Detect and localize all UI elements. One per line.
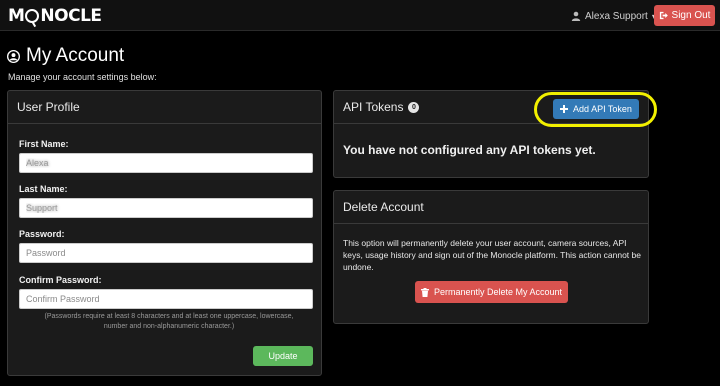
delete-account-description: This option will permanently delete your… xyxy=(343,238,641,272)
no-tokens-message: You have not configured any API tokens y… xyxy=(343,143,596,157)
confirm-password-label: Confirm Password: xyxy=(19,275,102,285)
first-name-label: First Name: xyxy=(19,139,69,149)
password-label: Password: xyxy=(19,229,65,239)
page-subtitle: Manage your account settings below: xyxy=(8,72,157,82)
api-tokens-title: API Tokens xyxy=(343,100,404,114)
delete-account-heading: Delete Account xyxy=(334,191,648,224)
permanently-delete-account-button[interactable]: Permanently Delete My Account xyxy=(415,281,568,303)
trash-icon xyxy=(420,287,429,297)
user-name: Alexa Support xyxy=(585,10,648,22)
monocle-lens-icon xyxy=(25,9,40,23)
api-tokens-panel: API Tokens 0 Add API Token You have not … xyxy=(333,90,649,178)
sign-out-label: Sign Out xyxy=(671,10,711,21)
user-menu-dropdown[interactable]: Alexa Support ▾ xyxy=(571,9,656,23)
page-title-text: My Account xyxy=(26,45,125,66)
user-profile-panel: User Profile First Name: Last Name: Pass… xyxy=(7,90,322,376)
delete-account-label: Permanently Delete My Account xyxy=(433,287,563,297)
user-profile-heading: User Profile xyxy=(8,91,321,124)
add-api-token-button[interactable]: Add API Token xyxy=(553,99,639,119)
last-name-label: Last Name: xyxy=(19,184,68,194)
account-circle-icon xyxy=(7,49,20,63)
confirm-password-field[interactable] xyxy=(19,289,313,309)
sign-out-icon xyxy=(659,11,668,20)
page-title: My Account xyxy=(7,45,124,67)
first-name-field[interactable] xyxy=(19,153,313,173)
delete-account-panel: Delete Account This option will permanen… xyxy=(333,190,649,324)
top-navbar: MNOCLE Alexa Support ▾ Sign Out xyxy=(0,0,720,31)
last-name-field[interactable] xyxy=(19,198,313,218)
add-api-token-label: Add API Token xyxy=(573,104,632,114)
update-button[interactable]: Update xyxy=(253,346,313,366)
password-field[interactable] xyxy=(19,243,313,263)
user-icon xyxy=(571,11,581,21)
token-count-badge: 0 xyxy=(408,101,420,113)
password-hint: (Passwords require at least 8 characters… xyxy=(44,313,294,330)
sign-out-button[interactable]: Sign Out xyxy=(654,5,715,26)
plus-icon xyxy=(560,105,569,113)
brand-logo[interactable]: M NOCLE xyxy=(8,5,102,27)
